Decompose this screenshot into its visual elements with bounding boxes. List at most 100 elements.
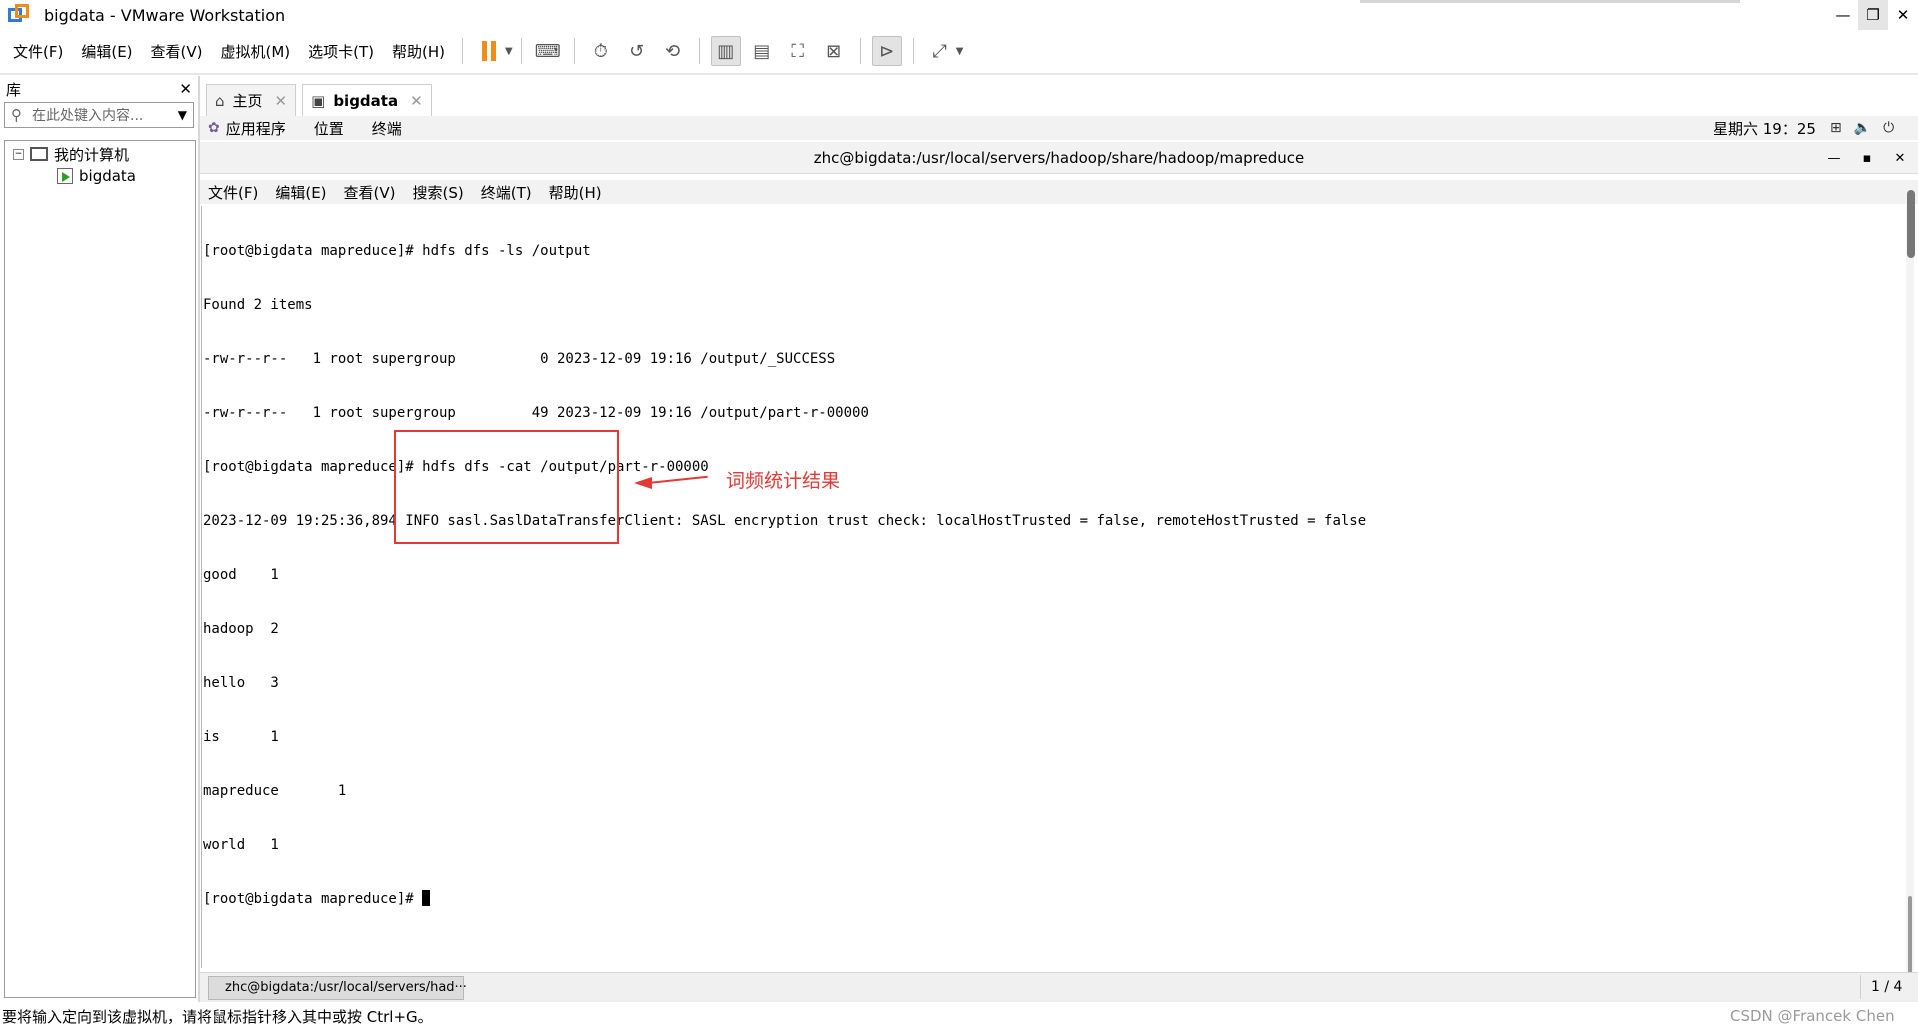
terminal-menu-search[interactable]: 搜索(S)	[413, 182, 464, 203]
gnome-top-bar: ✿ 应用程序 位置 终端	[200, 116, 1918, 140]
terminal-menu-view[interactable]: 查看(V)	[344, 182, 396, 203]
terminal-cursor	[422, 890, 431, 906]
tab-bigdata[interactable]: ▣ bigdata ✕	[302, 84, 432, 116]
tab-close-icon[interactable]: ✕	[275, 92, 288, 110]
terminal-line: is 1	[203, 729, 279, 745]
stretch-icon: ⤢	[932, 40, 947, 62]
snapshot-manager-icon: ⟲	[665, 40, 681, 62]
unity-button[interactable]: ⊠	[819, 36, 849, 66]
terminal-output[interactable]: [root@bigdata mapreduce]# hdfs dfs -ls /…	[201, 206, 1901, 968]
tab-label: 主页	[232, 92, 263, 110]
pause-icon	[482, 41, 497, 61]
thumbnail-bar-button[interactable]: ▤	[747, 36, 777, 66]
toolbar-separator	[462, 38, 464, 64]
terminal-scrollbar[interactable]	[1906, 190, 1914, 980]
terminal-title: zhc@bigdata:/usr/local/servers/hadoop/sh…	[813, 148, 1305, 167]
tab-label: bigdata	[333, 91, 399, 110]
taskbar-item-label: zhc@bigdata:/usr/local/servers/had···	[225, 980, 467, 995]
terminal-line: -rw-r--r-- 1 root supergroup 49 2023-12-…	[203, 405, 869, 421]
snapshot-button[interactable]: ⏱	[586, 36, 616, 66]
terminal-lines: [root@bigdata mapreduce]# hdfs dfs -ls /…	[203, 206, 1366, 944]
power-icon[interactable]: ⏻	[1883, 120, 1894, 136]
menu-help[interactable]: 帮助(H)	[383, 41, 454, 62]
gnome-menu-terminal[interactable]: 终端	[372, 118, 402, 139]
taskbar-terminal-item[interactable]: zhc@bigdata:/usr/local/servers/had···	[208, 975, 467, 1000]
tab-close-icon[interactable]: ✕	[410, 92, 423, 110]
restore-button[interactable]: ❐	[1858, 0, 1888, 30]
send-ctrl-alt-del-button[interactable]: ⌨	[533, 36, 563, 66]
search-icon: ⚲	[11, 106, 22, 124]
guest-display[interactable]: ✿ 应用程序 位置 终端 星期六 19：25 ⊞ 🔈 ⏻ zhc@bigdata…	[200, 116, 1918, 1002]
library-tree: − 我的计算机 bigdata	[4, 140, 196, 998]
show-library-button[interactable]: ▥	[710, 36, 741, 66]
main-menubar: 文件(F) 编辑(E) 查看(V) 虚拟机(M) 选项卡(T) 帮助(H) ▼ …	[0, 32, 1918, 70]
pause-button[interactable]	[474, 36, 504, 66]
keyboard-icon: ⌨	[534, 40, 561, 62]
terminal-line: good 1	[203, 567, 279, 583]
menu-vm[interactable]: 虚拟机(M)	[212, 41, 300, 62]
toolbar-separator	[573, 38, 575, 64]
toolbar-separator	[859, 38, 861, 64]
collapse-toggle-icon[interactable]: −	[13, 148, 24, 160]
library-header: 库 ✕	[0, 76, 198, 102]
applications-icon: ✿	[208, 120, 220, 136]
toolbar-divider	[0, 73, 1918, 75]
gnome-system-tray: ⊞ 🔈 ⏻	[1830, 116, 1894, 140]
search-dropdown-icon[interactable]: ▼	[178, 108, 187, 122]
vmware-logo-icon	[8, 4, 30, 26]
minimize-button[interactable]: —	[1828, 0, 1858, 30]
library-close-icon[interactable]: ✕	[179, 80, 192, 98]
annotation-highlight-box	[394, 430, 619, 544]
console-view-button[interactable]: ⊳	[871, 36, 902, 66]
library-title: 库	[6, 80, 22, 99]
terminal-menu-edit[interactable]: 编辑(E)	[275, 182, 326, 203]
tab-home[interactable]: ⌂ 主页 ✕	[206, 84, 297, 116]
library-search-placeholder: 在此处键入内容...	[32, 108, 144, 124]
library-search-input[interactable]: ⚲ 在此处键入内容... ▼	[4, 102, 194, 128]
pause-dropdown-icon[interactable]: ▼	[505, 46, 513, 57]
terminal-line: [root@bigdata mapreduce]# hdfs dfs -ls /…	[203, 243, 591, 259]
snapshot-icon: ⏱	[593, 40, 608, 62]
terminal-maximize-button[interactable]: ▪	[1853, 142, 1881, 174]
terminal-titlebar: zhc@bigdata:/usr/local/servers/hadoop/sh…	[200, 142, 1918, 174]
window-title: bigdata - VMware Workstation	[44, 5, 286, 25]
gnome-clock[interactable]: 星期六 19：25	[1713, 116, 1816, 140]
terminal-minimize-button[interactable]: —	[1820, 142, 1848, 174]
menu-tabs[interactable]: 选项卡(T)	[299, 41, 383, 62]
toolbar-separator	[520, 38, 522, 64]
gnome-menu-applications[interactable]: 应用程序	[226, 118, 286, 139]
volume-icon[interactable]: 🔈	[1854, 120, 1871, 136]
terminal-menubar: 文件(F) 编辑(E) 查看(V) 搜索(S) 终端(T) 帮助(H)	[200, 180, 1918, 204]
close-window-button[interactable]: ✕	[1888, 0, 1918, 30]
revert-snapshot-button[interactable]: ↺	[622, 36, 652, 66]
tree-item-label: 我的计算机	[54, 145, 130, 164]
full-screen-button[interactable]: ⛶	[783, 36, 813, 66]
terminal-menu-terminal[interactable]: 终端(T)	[481, 182, 532, 203]
tree-item-my-computer[interactable]: − 我的计算机	[5, 143, 195, 165]
gnome-menu-places[interactable]: 位置	[314, 118, 344, 139]
terminal-menu-help[interactable]: 帮助(H)	[549, 182, 602, 203]
menu-file[interactable]: 文件(F)	[4, 41, 72, 62]
workspace-pager[interactable]: 1 / 4	[1860, 975, 1902, 999]
library-layout-icon: ▥	[717, 40, 735, 62]
network-icon[interactable]: ⊞	[1830, 120, 1842, 136]
window-titlebar: bigdata - VMware Workstation — ❐ ✕	[0, 0, 1918, 30]
menu-edit[interactable]: 编辑(E)	[72, 41, 141, 62]
menu-view[interactable]: 查看(V)	[142, 41, 212, 62]
snapshot-manager-button[interactable]: ⟲	[658, 36, 688, 66]
computer-icon	[30, 147, 48, 161]
watermark: CSDN @Francek Chen	[1730, 1007, 1895, 1025]
stretch-dropdown-icon[interactable]: ▼	[956, 46, 964, 57]
terminal-line: hello 3	[203, 675, 279, 691]
terminal-line: Found 2 items	[203, 297, 313, 313]
unity-icon: ⊠	[826, 40, 842, 62]
tree-item-bigdata[interactable]: bigdata	[5, 165, 195, 187]
scrollbar-top-handle[interactable]	[1907, 190, 1915, 258]
terminal-menu-file[interactable]: 文件(F)	[208, 182, 258, 203]
gnome-taskbar: zhc@bigdata:/usr/local/servers/had··· 1 …	[200, 972, 1918, 1002]
terminal-line: hadoop 2	[203, 621, 279, 637]
fullscreen-icon: ⛶	[791, 40, 805, 62]
terminal-close-button[interactable]: ✕	[1886, 142, 1914, 174]
stretch-guest-button[interactable]: ⤢	[925, 36, 955, 66]
annotation-label: 词频统计结果	[726, 470, 841, 492]
